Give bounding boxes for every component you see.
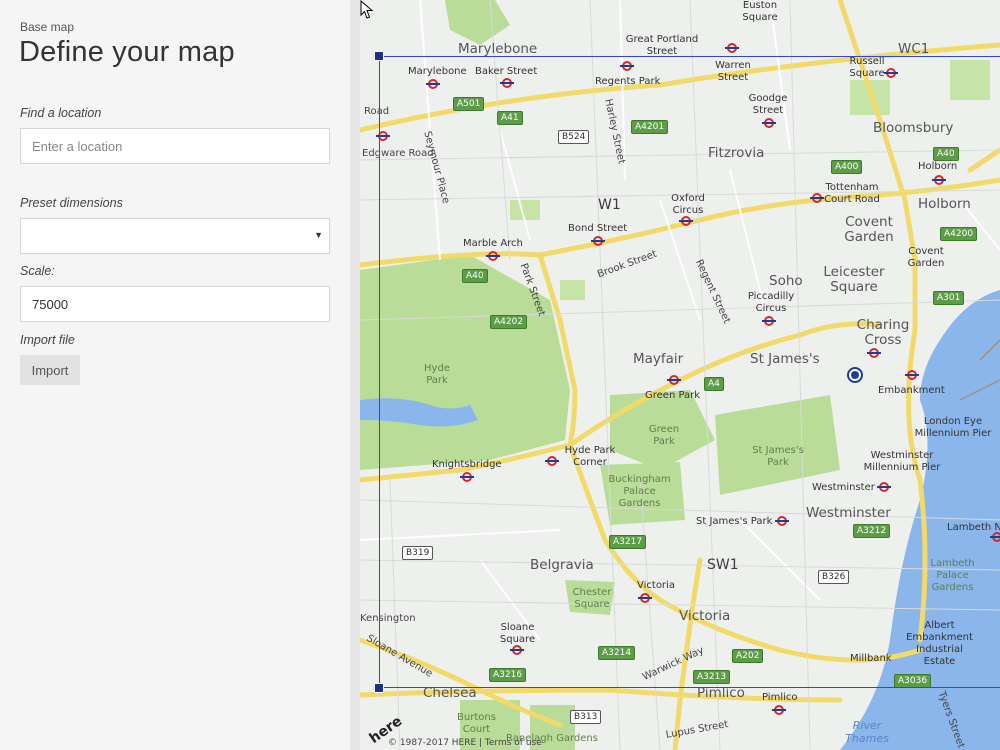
resize-handle-bottom-left[interactable] [374, 683, 384, 693]
station-label: Great Portland Street [625, 34, 699, 57]
river-label: River Thames [845, 719, 889, 745]
import-button[interactable]: Import [20, 355, 80, 385]
preset-dimensions-select[interactable]: ▼ [20, 218, 330, 254]
location-marker[interactable] [847, 367, 863, 383]
chevron-down-icon: ▼ [314, 230, 323, 240]
station-label: Pimlico [762, 692, 798, 703]
mouse-cursor-icon [360, 0, 374, 19]
station-label: Euston Square [742, 0, 778, 23]
area-label: Marylebone [458, 41, 538, 57]
scale-label: Scale: [20, 264, 55, 278]
breadcrumb: Base map [20, 20, 75, 34]
find-location-input[interactable] [21, 129, 329, 163]
scale-field[interactable] [20, 286, 330, 322]
page-title: Define your map [19, 36, 235, 68]
import-file-label: Import file [20, 333, 75, 347]
area-label: WC1 [898, 41, 930, 57]
resize-handle-top-left[interactable] [374, 51, 384, 61]
tube-station-icon [772, 705, 786, 715]
park-label: Burtons Court [457, 712, 496, 735]
map-attribution[interactable]: © 1987-2017 HERE | Terms of use [388, 738, 542, 748]
scale-input[interactable] [21, 287, 329, 321]
map-extent-box[interactable] [379, 56, 1000, 688]
preset-dimensions-label: Preset dimensions [20, 196, 123, 210]
map-view[interactable]: Marylebone WC1 Bloomsbury Fitzrovia W1 H… [360, 0, 1000, 750]
panel-splitter[interactable] [350, 0, 360, 750]
tube-station-icon [725, 43, 739, 53]
find-location-label: Find a location [20, 106, 102, 120]
find-location-field[interactable] [20, 128, 330, 164]
side-panel: Base map Define your map Find a location… [0, 0, 350, 750]
road-badge: B313 [570, 710, 602, 724]
